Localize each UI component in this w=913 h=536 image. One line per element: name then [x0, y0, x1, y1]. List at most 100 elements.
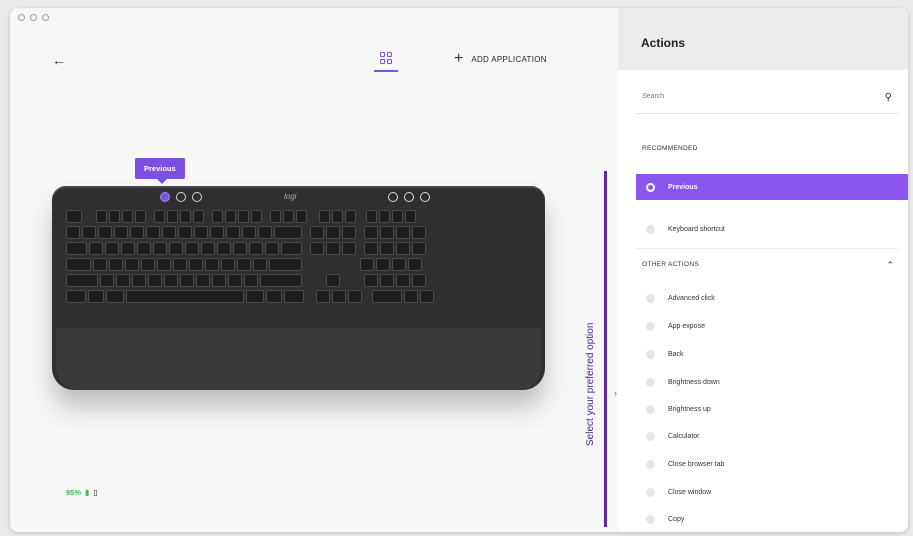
key[interactable] — [253, 258, 267, 271]
key[interactable] — [412, 242, 426, 255]
media-key-6[interactable] — [420, 192, 430, 202]
media-key-3[interactable] — [192, 192, 202, 202]
action-item-copy[interactable]: Copy — [636, 506, 908, 532]
key[interactable] — [169, 242, 183, 255]
key[interactable] — [380, 226, 394, 239]
key[interactable] — [167, 210, 178, 223]
previous-media-key[interactable] — [160, 192, 170, 202]
key[interactable] — [121, 242, 135, 255]
key[interactable] — [364, 226, 378, 239]
key[interactable] — [237, 258, 251, 271]
key[interactable] — [404, 290, 418, 303]
media-key-2[interactable] — [176, 192, 186, 202]
key[interactable] — [319, 210, 330, 223]
key[interactable] — [310, 242, 324, 255]
key[interactable] — [116, 274, 130, 287]
key[interactable] — [396, 226, 410, 239]
action-item-back[interactable]: Back — [636, 341, 908, 367]
caps-lock-key[interactable] — [66, 258, 91, 271]
key[interactable] — [233, 242, 247, 255]
key[interactable] — [180, 210, 191, 223]
key[interactable] — [109, 258, 123, 271]
key[interactable] — [194, 226, 208, 239]
key[interactable] — [135, 210, 146, 223]
key[interactable] — [98, 226, 112, 239]
key[interactable] — [405, 210, 416, 223]
key[interactable] — [66, 210, 82, 223]
key[interactable] — [228, 274, 242, 287]
key[interactable] — [296, 210, 307, 223]
key[interactable] — [173, 258, 187, 271]
key[interactable] — [153, 242, 167, 255]
key[interactable] — [88, 290, 104, 303]
key[interactable] — [189, 258, 203, 271]
key[interactable] — [281, 242, 302, 255]
key[interactable] — [242, 226, 256, 239]
key[interactable] — [130, 226, 144, 239]
key[interactable] — [266, 290, 282, 303]
key[interactable] — [217, 242, 231, 255]
key[interactable] — [154, 210, 165, 223]
key[interactable] — [396, 242, 410, 255]
media-key-5[interactable] — [404, 192, 414, 202]
key[interactable] — [196, 274, 210, 287]
ctrl-key[interactable] — [66, 290, 86, 303]
key[interactable] — [412, 274, 426, 287]
key[interactable] — [244, 274, 258, 287]
key[interactable] — [82, 226, 96, 239]
right-shift-key[interactable] — [260, 274, 302, 287]
key[interactable] — [109, 210, 120, 223]
key[interactable] — [420, 290, 434, 303]
action-item-close-window[interactable]: Close window — [636, 479, 908, 505]
key[interactable] — [360, 258, 374, 271]
key[interactable] — [270, 210, 281, 223]
key[interactable] — [408, 258, 422, 271]
key[interactable] — [137, 242, 151, 255]
grid-icon[interactable] — [374, 50, 398, 72]
key[interactable] — [380, 242, 394, 255]
action-item-advanced-click[interactable]: Advanced click — [636, 285, 908, 311]
key[interactable] — [164, 274, 178, 287]
key[interactable] — [221, 258, 235, 271]
key[interactable] — [201, 242, 215, 255]
alt-gr-key[interactable] — [246, 290, 264, 303]
key[interactable] — [148, 274, 162, 287]
add-application-button[interactable]: + ADD APPLICATION — [454, 51, 547, 67]
key[interactable] — [342, 226, 356, 239]
key[interactable] — [141, 258, 155, 271]
right-ctrl-key[interactable] — [284, 290, 304, 303]
enter-key[interactable] — [269, 258, 302, 271]
key[interactable] — [114, 226, 128, 239]
key[interactable] — [258, 226, 272, 239]
key[interactable] — [210, 226, 224, 239]
tab-key[interactable] — [66, 242, 87, 255]
key[interactable] — [364, 242, 378, 255]
key[interactable] — [93, 258, 107, 271]
action-item-brightness-up[interactable]: Brightness up — [636, 396, 908, 422]
key[interactable] — [332, 210, 343, 223]
key[interactable] — [125, 258, 139, 271]
key[interactable] — [396, 274, 410, 287]
key[interactable] — [212, 274, 226, 287]
search-icon[interactable]: ⚲ — [885, 92, 892, 103]
chevron-up-icon[interactable]: ⌃ — [886, 260, 894, 271]
key[interactable] — [185, 242, 199, 255]
key[interactable] — [66, 226, 80, 239]
key[interactable] — [225, 210, 236, 223]
shift-key[interactable] — [66, 274, 98, 287]
alt-key[interactable] — [106, 290, 124, 303]
backspace-key[interactable] — [274, 226, 302, 239]
key[interactable] — [249, 242, 263, 255]
key[interactable] — [376, 258, 390, 271]
key[interactable] — [100, 274, 114, 287]
search-box[interactable]: ⚲ — [636, 84, 898, 114]
key[interactable] — [392, 258, 406, 271]
key[interactable] — [226, 226, 240, 239]
key[interactable] — [412, 226, 426, 239]
arrow-left-key[interactable] — [316, 290, 330, 303]
key[interactable] — [205, 258, 219, 271]
key[interactable] — [146, 226, 160, 239]
action-item-brightness-down[interactable]: Brightness down — [636, 369, 908, 395]
arrow-left-icon[interactable]: ← — [52, 52, 66, 68]
key[interactable] — [105, 242, 119, 255]
